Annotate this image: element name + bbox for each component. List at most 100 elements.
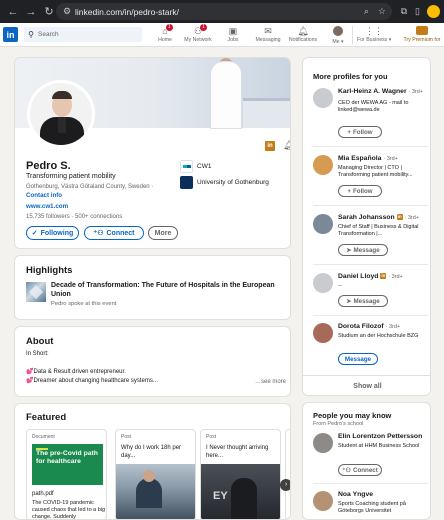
featured-item[interactable]: Document The pre-Covid path for healthca… xyxy=(26,429,107,520)
more-button[interactable]: More xyxy=(148,226,178,240)
current-company[interactable]: CW1 xyxy=(180,160,211,173)
followers-connections[interactable]: 15,735 followers · 500+ connections xyxy=(26,214,122,220)
nav-notifications-label: Notifications xyxy=(288,37,318,43)
document-description: The COVID-19 pandemic caused chaos that … xyxy=(32,500,106,520)
about-title: About xyxy=(26,336,54,347)
contact-info-link[interactable]: Contact info xyxy=(26,192,62,199)
profile-location: Gothenburg, Västra Götaland County, Swed… xyxy=(26,184,154,190)
suggestion-headline: Chief of Staff | Business & Digital Tran… xyxy=(338,224,419,237)
event-subtitle: Pedro spoke at this event xyxy=(51,301,117,307)
nav-for-business[interactable]: ⋮⋮ For Business ▾ xyxy=(357,26,391,46)
featured-title: Featured xyxy=(26,412,67,423)
forward-icon[interactable]: → xyxy=(22,0,40,23)
nav-notifications[interactable]: 🔔︎ Notifications xyxy=(286,26,320,46)
profile-photo[interactable] xyxy=(27,80,95,148)
message-button[interactable]: Message xyxy=(338,353,378,365)
suggestion-name[interactable]: Dorota Filozof · 3rd+ xyxy=(338,323,400,330)
nav-my-network[interactable]: ⚇ 1 My Network xyxy=(181,24,215,46)
following-button[interactable]: ✓ Following xyxy=(26,226,79,240)
suggestion-name-text: Sarah Johansson xyxy=(338,214,395,221)
profile-suggestion[interactable]: Karl-Heinz A. Wagner · 3rd+ CEO der WEWA… xyxy=(313,88,428,147)
suggestion-name-text: Mia Española xyxy=(338,155,382,162)
zoom-icon[interactable]: ⌕ xyxy=(364,6,369,17)
event-thumbnail[interactable] xyxy=(26,282,46,302)
follow-button[interactable]: + Follow xyxy=(338,126,382,138)
suggestion-name[interactable]: Daniel Lloyd in · 3rd+ xyxy=(338,273,403,280)
message-label: Message xyxy=(353,246,380,254)
website-link[interactable]: www.cw1.com xyxy=(26,203,68,210)
profile-suggestion[interactable]: Mia Española · 3rd+ Managing Director | … xyxy=(313,155,428,209)
nav-home[interactable]: ⌂ 1 Home xyxy=(148,24,182,46)
featured-item[interactable]: P xyxy=(285,429,290,519)
company-name: CW1 xyxy=(197,163,212,170)
avatar[interactable] xyxy=(313,214,333,234)
post-image xyxy=(116,464,195,519)
suggestion-name[interactable]: Karl-Heinz A. Wagner · 3rd+ xyxy=(338,88,423,95)
following-label: Following xyxy=(40,229,74,237)
see-more-link[interactable]: …see more xyxy=(255,379,286,385)
featured-type: Post xyxy=(121,434,132,440)
carousel-next-icon[interactable]: › xyxy=(280,479,290,491)
nav-me[interactable]: Me ▾ xyxy=(321,26,355,46)
nav-jobs-label: Jobs xyxy=(227,37,239,43)
profile-suggestion[interactable]: Elin Lorentzon Pettersson Student at HHM… xyxy=(313,433,428,485)
side-panel-icon[interactable]: ▯ xyxy=(415,6,420,17)
event-title[interactable]: Decade of Transformation: The Future of … xyxy=(51,281,281,299)
education-school[interactable]: University of Gothenburg xyxy=(180,176,269,189)
show-all-button[interactable]: Show all xyxy=(303,375,430,395)
post-image-head xyxy=(143,470,155,482)
avatar[interactable] xyxy=(313,88,333,108)
featured-type: Document xyxy=(32,434,55,440)
browser-profile-avatar[interactable] xyxy=(427,5,440,18)
back-icon[interactable]: ← xyxy=(4,0,22,23)
linkedin-logo[interactable]: in xyxy=(3,27,18,42)
featured-item[interactable]: Post I Never thought arriving here... EY xyxy=(200,429,281,519)
about-card: About In Short: 💕Data & Result driven en… xyxy=(14,326,291,397)
search-input[interactable]: Search xyxy=(38,31,59,38)
profile-suggestion[interactable]: Noa Yngve Sports Coaching student på Göt… xyxy=(313,491,428,519)
avatar[interactable] xyxy=(313,323,333,343)
profile-suggestion[interactable]: Dorota Filozof · 3rd+ Studium an der Hoc… xyxy=(313,323,428,367)
cover-figure xyxy=(211,62,241,128)
nav-jobs[interactable]: ▣ Jobs xyxy=(216,26,250,46)
suggestion-name[interactable]: Noa Yngve xyxy=(338,491,373,498)
post-image-person xyxy=(136,478,162,508)
network-icon: ⚇ 1 xyxy=(194,24,208,37)
message-button[interactable]: ➤ Message xyxy=(338,244,388,256)
avatar[interactable] xyxy=(313,273,333,293)
nav-messaging[interactable]: ✉ Messaging xyxy=(251,26,285,46)
about-line: In Short: xyxy=(26,351,49,357)
connect-button[interactable]: ⁺⚇ Connect xyxy=(338,464,382,476)
cover-bed xyxy=(243,98,290,128)
home-icon: ⌂ 1 xyxy=(162,24,173,37)
post-image: EY xyxy=(201,464,280,519)
avatar[interactable] xyxy=(313,155,333,175)
bookmark-star-icon[interactable]: ☆ xyxy=(378,6,386,17)
notify-bell-icon[interactable]: 🔔︎ xyxy=(283,140,290,151)
suggestion-name[interactable]: Mia Española · 3rd+ xyxy=(338,155,398,162)
featured-item[interactable]: Post Why do I work 18h per day... xyxy=(115,429,196,519)
add-person-icon: ⁺⚇ xyxy=(93,230,104,237)
featured-type: Post xyxy=(206,434,217,440)
address-bar[interactable]: ⚙ linkedin.com/in/pedro-stark/ ⌕ ☆ xyxy=(56,3,392,20)
avatar[interactable] xyxy=(313,491,333,511)
post-title: I Never thought arriving here... xyxy=(206,445,269,459)
about-line: 💕Data & Result driven entrepreneur. xyxy=(26,369,126,375)
nav-home-label: Home xyxy=(158,37,172,43)
separator xyxy=(313,146,428,147)
site-info-icon[interactable]: ⚙ xyxy=(59,6,75,17)
school-name: University of Gothenburg xyxy=(197,179,269,186)
profile-suggestion[interactable]: Sarah Johansson in · 3rd+ Chief of Staff… xyxy=(313,214,428,268)
suggestion-name[interactable]: Elin Lorentzon Pettersson xyxy=(338,433,422,440)
highlights-title: Highlights xyxy=(26,265,73,276)
message-button[interactable]: ➤ Message xyxy=(338,295,388,307)
profile-suggestion[interactable]: Daniel Lloyd in · 3rd+ -- ➤ Message xyxy=(313,273,428,317)
company-logo-icon xyxy=(180,160,193,173)
follow-button[interactable]: + Follow xyxy=(338,185,382,197)
avatar[interactable] xyxy=(313,433,333,453)
search-bar[interactable]: ⚲ Search xyxy=(24,27,142,42)
connect-button[interactable]: ⁺⚇ Connect xyxy=(84,226,144,240)
nav-try-premium[interactable]: Try Premium for xyxy=(400,26,444,46)
suggestion-name[interactable]: Sarah Johansson in · 3rd+ xyxy=(338,214,419,221)
extensions-icon[interactable]: ⧉ xyxy=(401,6,407,17)
